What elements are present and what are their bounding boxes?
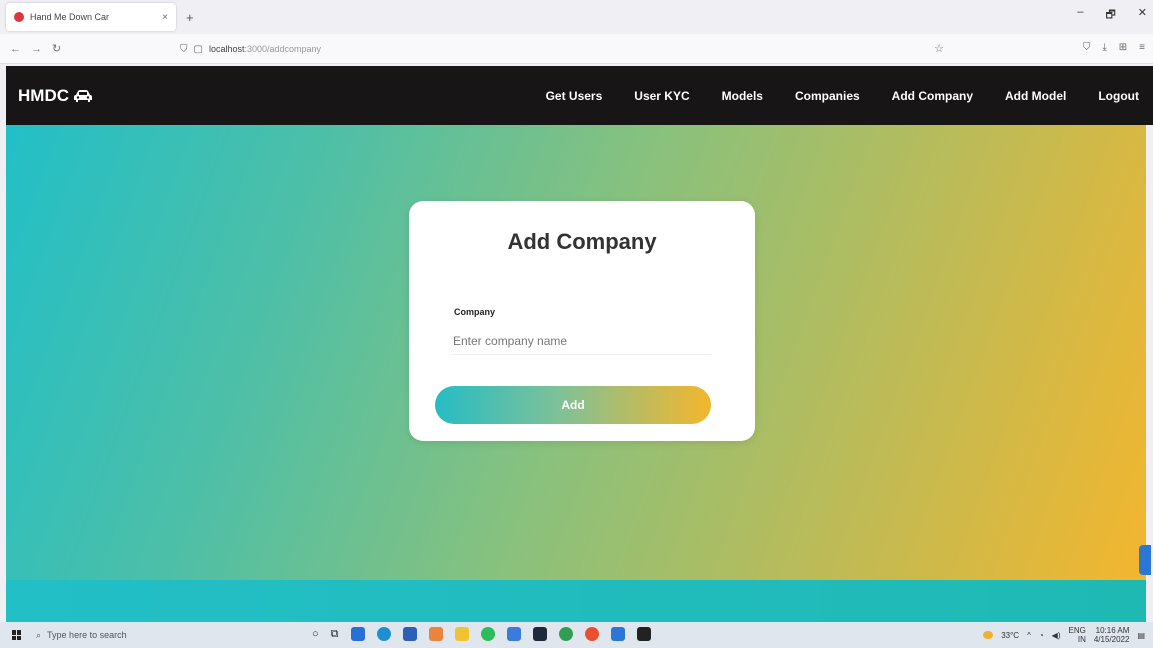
shield-icon: ⛉	[180, 43, 188, 55]
nav-logout[interactable]: Logout	[1098, 89, 1139, 103]
cortana-icon[interactable]: ○	[312, 628, 319, 640]
terminal-icon[interactable]	[532, 627, 547, 641]
menu-icon[interactable]: ≡	[1139, 42, 1145, 53]
clock-date: 4/15/2022	[1093, 635, 1130, 644]
network-icon[interactable]: ◔	[1039, 631, 1044, 640]
page-icon: ▢	[193, 43, 203, 55]
nav-add-company[interactable]: Add Company	[892, 89, 973, 103]
car-icon	[73, 89, 93, 103]
lang-text: ENG	[1068, 626, 1086, 635]
browser-tabstrip: Hand Me Down Car × + – 🗗 ✕	[0, 0, 1153, 34]
back-icon[interactable]: ←	[10, 43, 21, 55]
app-icon-3[interactable]	[610, 627, 625, 641]
volume-icon[interactable]: ◀)	[1052, 631, 1061, 640]
side-widget-icon[interactable]	[1139, 545, 1151, 575]
browser-tab[interactable]: Hand Me Down Car ×	[6, 3, 176, 31]
nav-companies[interactable]: Companies	[795, 89, 860, 103]
whatsapp-icon[interactable]	[480, 627, 495, 641]
lang-indicator[interactable]: ENG IN	[1069, 626, 1086, 644]
chrome-icon[interactable]	[558, 627, 573, 641]
reload-icon[interactable]: ↻	[52, 42, 61, 55]
region-text: IN	[1077, 635, 1086, 644]
card-title: Add Company	[507, 229, 657, 254]
tab-close-icon[interactable]: ×	[162, 12, 168, 23]
favicon-icon	[14, 12, 24, 22]
windows-taskbar: ⌕ Type here to search ○ ⧉ 33°C ^ ◔ ◀) EN…	[0, 622, 1153, 648]
company-label: Company	[454, 307, 496, 317]
url-bar[interactable]: ⛉ ▢ localhost:3000/addcompany ☆	[180, 38, 960, 60]
nav-models[interactable]: Models	[722, 89, 763, 103]
browser-tools: ⛉ ⤓ ⊞ ≡	[1083, 42, 1145, 53]
browser-toolbar: ← → ↻ ⛉ ▢ localhost:3000/addcompany ☆ ⛉ …	[0, 34, 1153, 64]
nav-get-users[interactable]: Get Users	[546, 89, 603, 103]
taskbar-search[interactable]: ⌕ Type here to search	[36, 625, 296, 645]
app-icon-2[interactable]	[506, 627, 521, 641]
new-tab-button[interactable]: +	[186, 10, 194, 25]
bookmark-star-icon[interactable]: ☆	[934, 42, 944, 55]
window-controls: – 🗗 ✕	[1077, 6, 1147, 25]
taskbar-search-placeholder: Type here to search	[47, 630, 127, 640]
chevron-up-icon[interactable]: ^	[1027, 631, 1031, 640]
add-button[interactable]: Add	[435, 386, 711, 424]
weather-icon	[983, 631, 994, 639]
windows-start-icon[interactable]	[12, 630, 22, 640]
system-tray: 33°C ^ ◔ ◀) ENG IN 10:16 AM 4/15/2022 ▤	[983, 626, 1145, 644]
store-icon[interactable]	[402, 627, 417, 641]
page-footer	[6, 580, 1146, 622]
url-text: localhost:3000/addcompany	[209, 44, 321, 54]
main-nav: Get Users User KYC Models Companies Add …	[514, 66, 1139, 125]
edge-icon[interactable]	[376, 627, 391, 641]
pocket-icon[interactable]: ⛉	[1083, 42, 1091, 53]
restore-button[interactable]: 🗗	[1105, 6, 1115, 25]
close-window-button[interactable]: ✕	[1138, 6, 1147, 25]
tab-title: Hand Me Down Car	[30, 12, 110, 22]
clock[interactable]: 10:16 AM 4/15/2022	[1094, 626, 1130, 644]
firefox-icon[interactable]	[584, 627, 599, 641]
url-host: localhost	[208, 44, 245, 54]
brand-logo[interactable]: HMDC	[18, 86, 93, 106]
notification-icon[interactable]: ▤	[1137, 631, 1145, 640]
extensions-icon[interactable]: ⊞	[1119, 42, 1127, 53]
app-icon-1[interactable]	[350, 627, 365, 641]
add-company-card: Add Company Company Add	[409, 201, 755, 441]
minimize-button[interactable]: –	[1077, 6, 1083, 25]
taskbar-apps: ○ ⧉	[312, 627, 651, 641]
nav-add-model[interactable]: Add Model	[1005, 89, 1066, 103]
vscode-icon[interactable]	[428, 627, 443, 641]
screen: Hand Me Down Car × + – 🗗 ✕ ← → ↻ ⛉ ▢ loc…	[0, 0, 1153, 648]
download-icon[interactable]: ⤓	[1102, 42, 1106, 53]
weather-text[interactable]: 33°C	[1001, 631, 1019, 640]
nav-user-kyc[interactable]: User KYC	[634, 89, 689, 103]
task-view-icon[interactable]: ⧉	[331, 628, 339, 641]
clock-time: 10:16 AM	[1095, 626, 1130, 635]
brand-text: HMDC	[18, 85, 69, 105]
file-explorer-icon[interactable]	[454, 627, 469, 641]
app-header: HMDC Get Users User KYC Models Companies…	[6, 66, 1153, 125]
company-input[interactable]	[451, 327, 711, 355]
search-icon: ⌕	[36, 629, 42, 640]
url-path: :3000/addcompany	[244, 44, 322, 54]
forward-icon[interactable]: →	[31, 43, 42, 55]
app-icon-4[interactable]	[636, 627, 651, 641]
